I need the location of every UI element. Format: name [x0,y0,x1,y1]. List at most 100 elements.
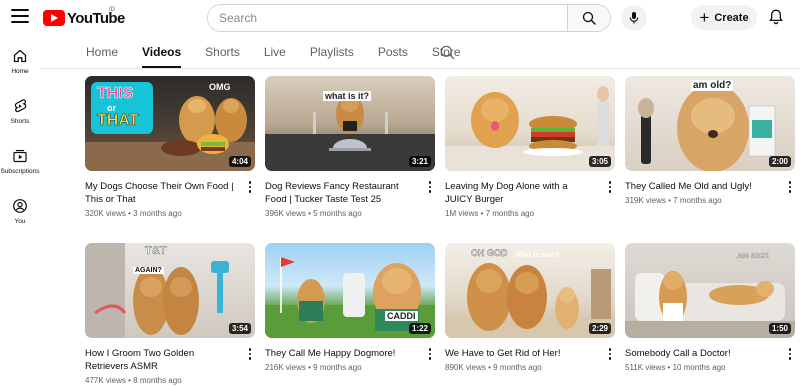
video-thumbnail[interactable]: am old? 2:00 [625,76,795,171]
tab-posts[interactable]: Posts [378,40,408,68]
tabs-divider [40,68,800,69]
thumbnail-overlay-text: OH GOD [471,248,508,258]
video-thumbnail[interactable]: what is it? 3:21 [265,76,435,171]
thumbnail-overlay-text: AGAIN? [133,267,164,274]
video-meta: 1M views • 7 months ago [445,209,535,218]
shorts-icon [14,99,27,113]
video-views: 477K views [85,376,126,385]
video-views: 319K views [625,196,666,205]
voice-search-button[interactable] [621,5,647,31]
video-title[interactable]: My Dogs Choose Their Own Food | This or … [85,180,235,206]
video-title[interactable]: We Have to Get Rid of Her! [445,347,595,360]
more-actions-icon[interactable] [605,180,615,194]
video-age: 7 months ago [673,196,722,205]
tab-shorts[interactable]: Shorts [205,40,240,68]
video-thumbnail[interactable]: T&T AGAIN? 3:54 [85,243,255,338]
search-icon [582,11,596,25]
home-icon [13,49,27,63]
sidebar-item-shorts[interactable]: Shorts [0,98,40,125]
tab-videos[interactable]: Videos [142,40,182,68]
video-meta: 396K views • 5 months ago [265,209,362,218]
thumbnail-overlay-text: THAT [97,112,139,130]
video-views: 511K views [625,363,666,372]
channel-search-icon[interactable] [440,45,455,60]
video-views: 1M views [445,209,479,218]
video-age: 9 months ago [313,363,362,372]
video-age: 9 months ago [493,363,542,372]
video-card: OH GOD Who is she? 2:29 We Have to Get R… [445,243,615,372]
video-meta: 319K views • 7 months ago [625,196,722,205]
more-actions-icon[interactable] [425,180,435,194]
notifications-button[interactable] [766,7,786,27]
video-title[interactable]: Dog Reviews Fancy Restaurant Food | Tuck… [265,180,415,206]
more-actions-icon[interactable] [245,180,255,194]
microphone-icon [629,12,639,24]
video-meta: 216K views • 9 months ago [265,363,362,372]
sidebar-item-home[interactable]: Home [0,48,40,75]
tab-live[interactable]: Live [264,40,286,68]
more-actions-icon[interactable] [425,347,435,361]
video-duration: 3:21 [408,156,431,167]
video-thumbnail[interactable]: THIS or THAT OMG 4:04 [85,76,255,171]
menu-icon[interactable] [11,9,29,25]
thumbnail-overlay-text: AM SICK [737,251,769,260]
tab-playlists[interactable]: Playlists [310,40,354,68]
video-views: 396K views [265,209,306,218]
video-meta: 511K views • 10 months ago [625,363,726,372]
sidebar-item-you[interactable]: You [0,198,40,225]
video-thumbnail[interactable]: CADDI 1:22 [265,243,435,338]
video-age: 8 months ago [133,376,182,385]
video-duration: 2:29 [588,323,611,334]
video-card: THIS or THAT OMG 4:04 My Dogs Choose The… [85,76,255,218]
video-title[interactable]: How I Groom Two Golden Retrievers ASMR [85,347,235,373]
video-age: 5 months ago [313,209,362,218]
video-duration: 1:22 [408,323,431,334]
more-actions-icon[interactable] [785,347,795,361]
thumbnail-overlay-text: am old? [691,80,734,91]
tab-home[interactable]: Home [86,40,118,68]
logo-text: YouTube [67,9,125,27]
thumbnail-overlay-text: OMG [209,82,231,92]
video-duration: 1:50 [768,323,791,334]
video-duration: 3:54 [228,323,251,334]
create-label: Create [714,11,749,24]
video-title[interactable]: They Call Me Happy Dogmore! [265,347,415,360]
thumbnail-overlay-text: THIS [97,85,134,103]
channel-tabs: Home Videos Shorts Live Playlists Posts … [86,40,485,68]
more-actions-icon[interactable] [245,347,255,361]
search-bar [207,4,611,32]
more-actions-icon[interactable] [605,347,615,361]
video-duration: 3:05 [588,156,611,167]
create-button[interactable]: + Create [691,5,757,30]
video-card: CADDI 1:22 They Call Me Happy Dogmore! 2… [265,243,435,372]
video-title[interactable]: Somebody Call a Doctor! [625,347,775,360]
video-card: am old? 2:00 They Called Me Old and Ugly… [625,76,795,205]
sidebar-item-subscriptions[interactable]: Subscriptions [0,148,40,175]
bell-icon [769,9,783,25]
video-title[interactable]: They Called Me Old and Ugly! [625,180,775,193]
video-title[interactable]: Leaving My Dog Alone with a JUICY Burger [445,180,595,206]
more-actions-icon[interactable] [785,180,795,194]
thumbnail-overlay-text: Who is she? [515,250,560,259]
thumbnail-overlay-text: T&T [145,245,167,257]
plus-icon: + [699,7,710,27]
video-card: what is it? 3:21 Dog Reviews Fancy Resta… [265,76,435,218]
video-thumbnail[interactable]: 3:05 [445,76,615,171]
subscriptions-icon [13,149,27,163]
video-views: 890K views [445,363,486,372]
sidebar-item-label: Home [11,68,29,75]
search-input[interactable] [208,5,567,31]
video-duration: 2:00 [768,156,791,167]
video-thumbnail[interactable]: AM SICK 1:50 [625,243,795,338]
video-meta: 320K views • 3 months ago [85,209,182,218]
sidebar-item-label: Shorts [10,118,30,125]
video-views: 216K views [265,363,306,372]
sidebar-item-label: You [14,218,26,225]
sidebar-item-label: Subscriptions [0,168,40,175]
video-age: 3 months ago [133,209,182,218]
region-code: ID [109,7,115,13]
search-button[interactable] [567,5,610,31]
video-meta: 477K views • 8 months ago [85,376,182,385]
thumbnail-overlay-text: CADDI [385,311,418,321]
video-thumbnail[interactable]: OH GOD Who is she? 2:29 [445,243,615,338]
